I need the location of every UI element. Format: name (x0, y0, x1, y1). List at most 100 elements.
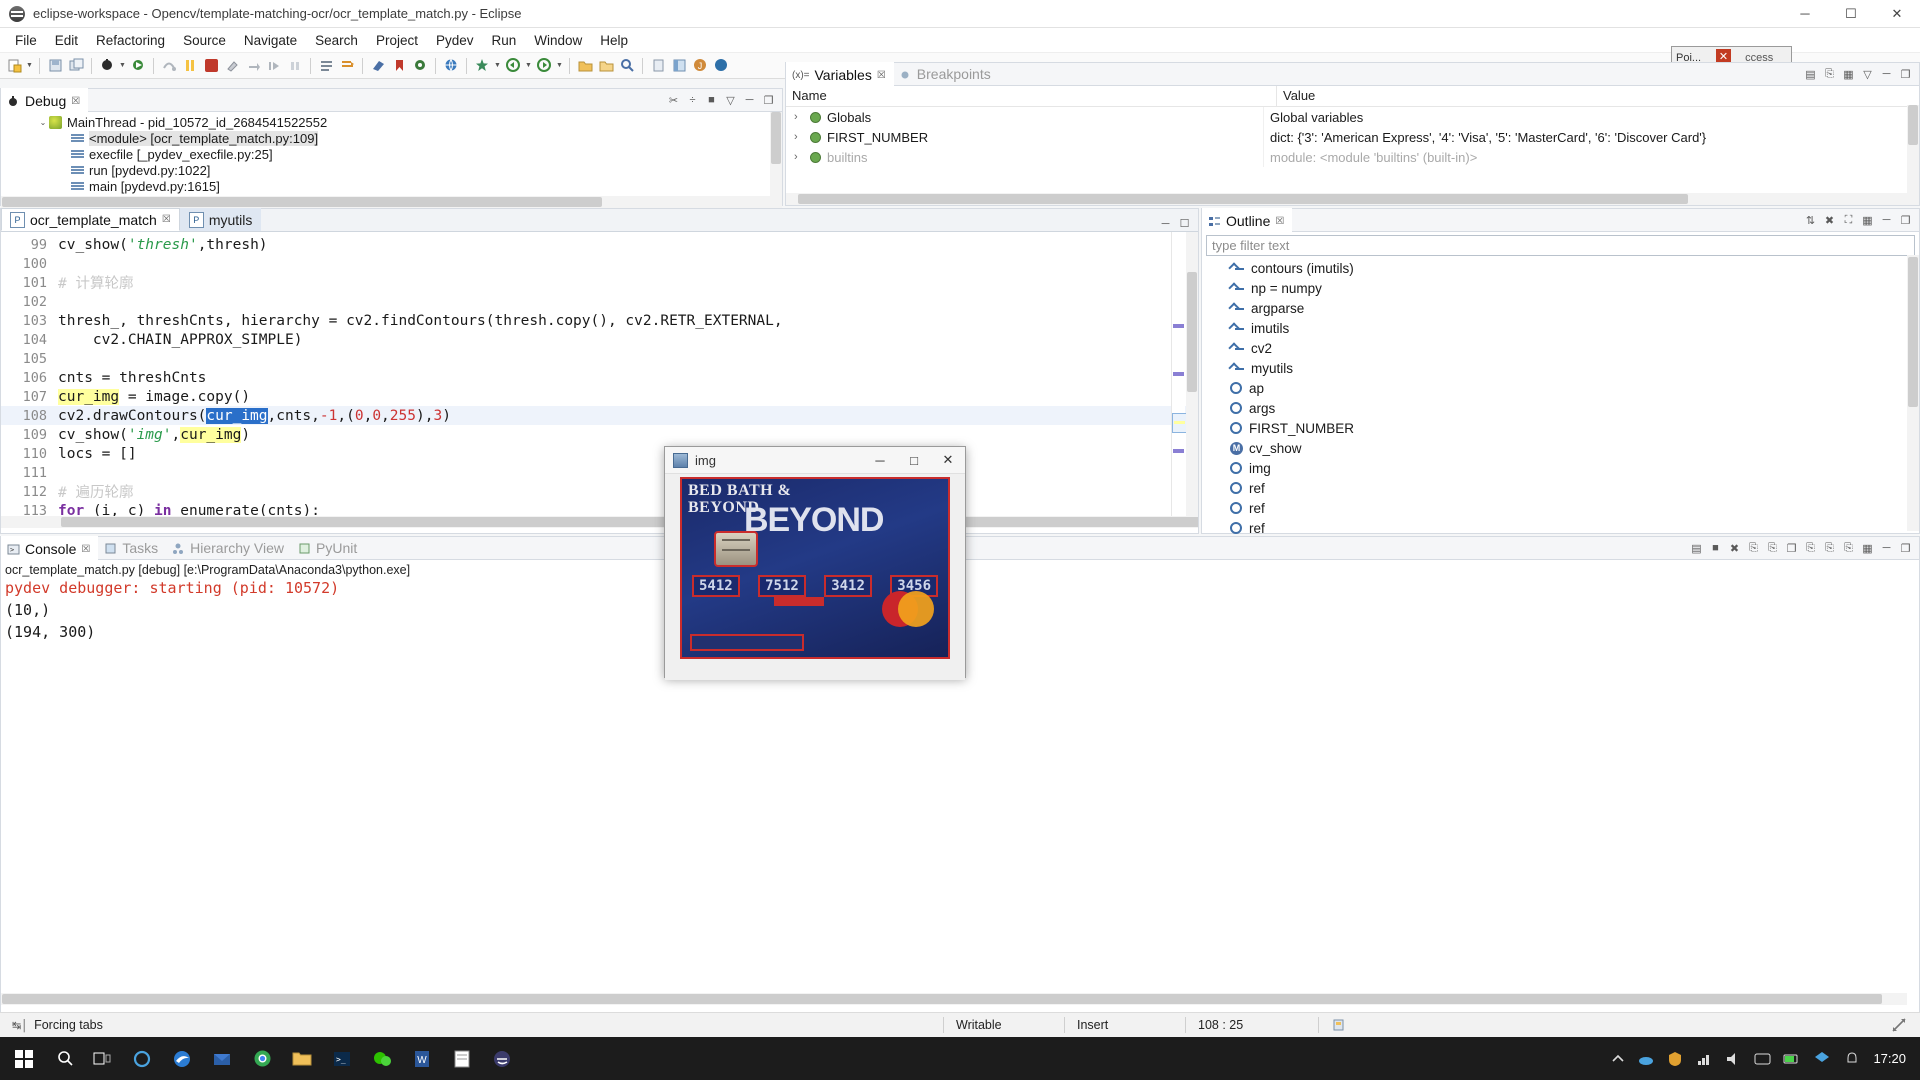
step-into-icon[interactable] (180, 56, 200, 76)
code-line[interactable]: 106 cnts = threshCnts (1, 368, 1198, 387)
image-window-close[interactable]: ✕ (931, 447, 965, 473)
outline-item[interactable]: ref (1202, 498, 1919, 518)
java-perspective-icon[interactable]: J (690, 56, 710, 76)
suspend-icon[interactable] (285, 56, 305, 76)
console-stop-icon[interactable]: ■ (1708, 541, 1723, 556)
code-line[interactable]: 111 (1, 463, 1198, 482)
start-menu-icon[interactable] (0, 1037, 48, 1080)
variables-horizontal-scrollbar[interactable] (786, 193, 1907, 205)
debug-stack-row[interactable]: run [pydevd.py:1022] (1, 162, 782, 178)
code-line[interactable]: 103 thresh_, threshCnts, hierarchy = cv2.… (1, 311, 1198, 330)
debug-stack-row[interactable]: execfile [_pydev_execfile.py:25] (1, 146, 782, 162)
console-minimize-icon[interactable]: ─ (1879, 541, 1894, 556)
menu-item-pydev[interactable]: Pydev (427, 31, 483, 50)
tab-hierarchy-view[interactable]: Hierarchy View (166, 537, 292, 559)
list-icon[interactable] (316, 56, 336, 76)
terminate-icon[interactable] (201, 56, 221, 76)
editor-minimize-icon[interactable]: ─ (1158, 216, 1173, 231)
bookmark-icon[interactable] (389, 56, 409, 76)
variables-row[interactable]: › builtins module: <module 'builtins' (bui… (786, 147, 1919, 167)
tray-dropbox-icon[interactable] (1812, 1050, 1832, 1068)
variables-layout-icon[interactable]: ▤ (1803, 67, 1818, 82)
code-line[interactable]: 109 cv_show('img',cur_img) (1, 425, 1198, 444)
outline-item[interactable]: FIRST_NUMBER (1202, 418, 1919, 438)
tray-ime-icon[interactable] (1754, 1051, 1771, 1067)
menu-item-project[interactable]: Project (367, 31, 427, 50)
variables-view-menu-icon[interactable]: ▽ (1860, 67, 1875, 82)
console-pin-icon[interactable]: ⎘ (1803, 541, 1818, 556)
outline-item[interactable]: cv2 (1202, 338, 1919, 358)
tab-pyunit[interactable]: PyUnit (292, 537, 365, 559)
editor-tab-ocr-template-match[interactable]: P ocr_template_match ☒ (1, 208, 180, 231)
variables-row[interactable]: › FIRST_NUMBER dict: {'3': 'American Expre… (786, 127, 1919, 147)
debug-vertical-scrollbar[interactable] (770, 112, 782, 208)
outline-tree[interactable]: contours (imutils) np = numpy argparse imut… (1202, 258, 1919, 534)
console-remove-icon[interactable]: ✖ (1727, 541, 1742, 556)
code-line[interactable]: 100 (1, 254, 1198, 273)
cortana-icon[interactable] (122, 1037, 162, 1080)
code-line[interactable]: 107 cur_img = image.copy() (1, 387, 1198, 406)
menu-item-search[interactable]: Search (306, 31, 367, 50)
variables-row-twisty[interactable]: › (794, 151, 806, 163)
tab-variables[interactable]: (x)= Variables ☒ (786, 62, 894, 86)
variables-collapse-icon[interactable]: ⎘ (1822, 67, 1837, 82)
console-display-selected-icon[interactable]: ⎘ (1822, 541, 1837, 556)
image-window-minimize[interactable]: ─ (863, 447, 897, 473)
notepad-icon[interactable] (442, 1037, 482, 1080)
variables-row-twisty[interactable]: › (794, 111, 806, 123)
settings-gear-icon[interactable] (410, 56, 430, 76)
chrome-icon[interactable] (242, 1037, 282, 1080)
outline-filter-input[interactable]: type filter text (1206, 235, 1915, 256)
back-dropdown-caret[interactable]: ▼ (524, 62, 533, 69)
pydev-package-icon[interactable] (368, 56, 388, 76)
debug-view-menu-icon[interactable]: ▽ (723, 93, 738, 108)
taskbar-clock[interactable]: 17:20 (1873, 1051, 1906, 1066)
debug-minimize-icon[interactable]: ─ (742, 93, 757, 108)
variables-table-body[interactable]: › Globals Global variables › FIRST_NUMBER dic… (786, 107, 1919, 185)
outline-minimize-icon[interactable]: ─ (1879, 213, 1894, 228)
outline-item[interactable]: contours (imutils) (1202, 258, 1919, 278)
debug-remove-icon[interactable]: ÷ (685, 93, 700, 108)
step-over-icon[interactable] (159, 56, 179, 76)
open-folder-icon[interactable] (575, 56, 595, 76)
pin-toolbar-icon[interactable] (648, 56, 668, 76)
debug-stack-row[interactable]: <module> [ocr_template_match.py:109] (1, 130, 782, 146)
menu-item-help[interactable]: Help (591, 31, 637, 50)
close-button[interactable]: ✕ (1874, 0, 1920, 27)
menu-item-navigate[interactable]: Navigate (235, 31, 306, 50)
code-line[interactable]: 99 cv_show('thresh',thresh) (1, 235, 1198, 254)
outline-item[interactable]: np = numpy (1202, 278, 1919, 298)
tray-shield-icon[interactable] (1667, 1051, 1684, 1067)
console-remove-all-icon[interactable]: ⎘ (1746, 541, 1761, 556)
arrow-list-icon[interactable] (337, 56, 357, 76)
outline-item[interactable]: ref_ (1202, 518, 1919, 534)
code-line[interactable]: 112 # 遍历轮廓 (1, 482, 1198, 502)
perspective-icon[interactable] (669, 56, 689, 76)
star-dropdown-caret[interactable]: ▼ (493, 62, 502, 69)
variables-row-twisty[interactable]: › (794, 131, 806, 143)
outline-item[interactable]: myutils (1202, 358, 1919, 378)
debug-disconnect-icon[interactable]: ✂ (666, 93, 681, 108)
debug-maximize-icon[interactable]: ❐ (761, 93, 776, 108)
back-nav-icon[interactable] (503, 56, 523, 76)
outline-item[interactable]: argparse (1202, 298, 1919, 318)
tab-console[interactable]: > Console ☒ (1, 536, 99, 560)
tray-battery-icon[interactable] (1783, 1051, 1800, 1067)
menu-item-run[interactable]: Run (483, 31, 526, 50)
editor-horizontal-scrollbar[interactable] (1, 516, 1198, 528)
outline-item[interactable]: args (1202, 398, 1919, 418)
step-return-icon[interactable] (243, 56, 263, 76)
globe-icon[interactable] (441, 56, 461, 76)
outline-item[interactable]: ap (1202, 378, 1919, 398)
outline-maximize-icon[interactable]: ❐ (1898, 213, 1913, 228)
console-terminate-icon[interactable]: ▤ (1689, 541, 1704, 556)
debug-horizontal-scrollbar[interactable] (1, 196, 770, 208)
code-area[interactable]: 99 cv_show('thresh',thresh) 100 101 # 计算轮廓 10… (1, 232, 1198, 528)
tray-cloud-icon[interactable] (1638, 1051, 1655, 1067)
variables-vertical-scrollbar[interactable] (1907, 105, 1919, 205)
outline-item[interactable]: ref (1202, 478, 1919, 498)
image-preview-window[interactable]: img ─ □ ✕ BED BATH & BEYOND BEYOND 5412 … (664, 446, 966, 680)
editor-maximize-icon[interactable]: ☐ (1177, 216, 1192, 231)
debug-stack-row[interactable]: ⌄ MainThread - pid_10572_id_2684541522552 (1, 114, 782, 130)
variables-row[interactable]: › Globals Global variables (786, 107, 1919, 127)
